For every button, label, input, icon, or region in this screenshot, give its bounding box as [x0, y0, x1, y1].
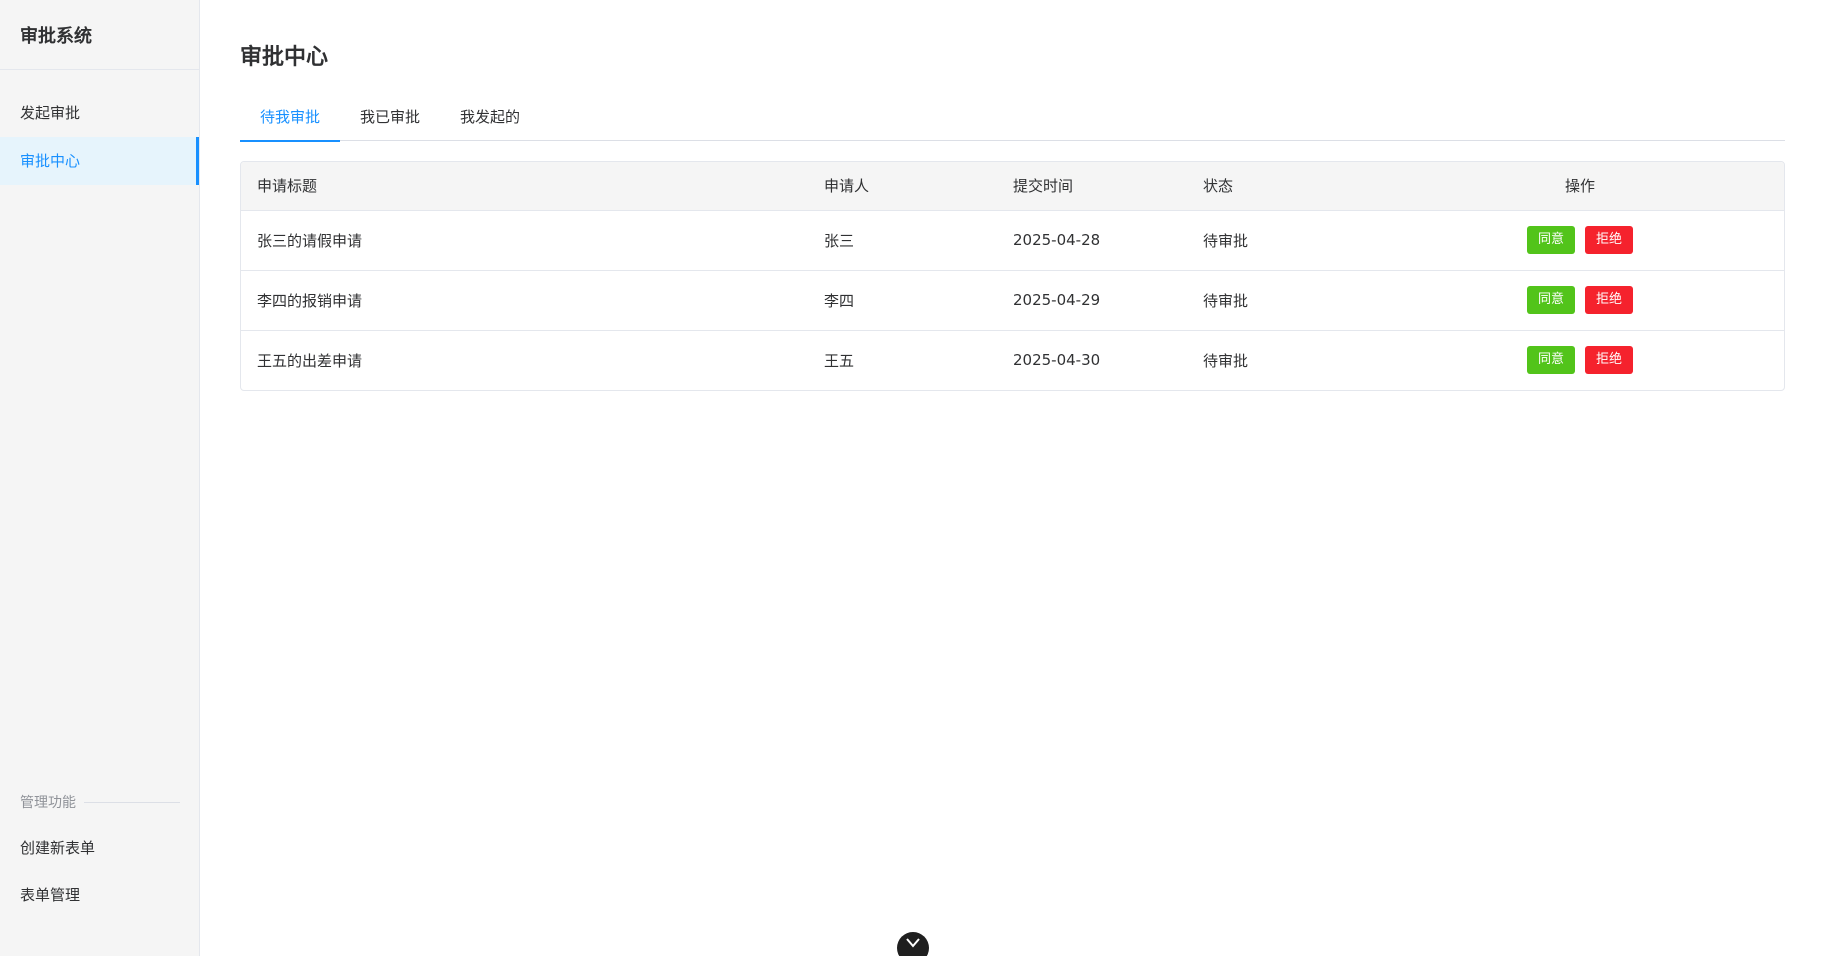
- sidebar-item-label: 发起审批: [20, 104, 81, 122]
- tab-bar: 待我审批 我已审批 我发起的: [240, 97, 1785, 142]
- table-row: 张三的请假申请 张三 2025-04-28 待审批 同意 拒绝: [241, 210, 1784, 270]
- cell-status: 待审批: [1203, 291, 1249, 310]
- sidebar-item-form-management[interactable]: 表单管理: [0, 872, 200, 919]
- tab-label: 待我审批: [260, 108, 321, 126]
- approve-button[interactable]: 同意: [1526, 226, 1575, 254]
- reject-button[interactable]: 拒绝: [1585, 286, 1634, 314]
- table-row: 王五的出差申请 王五 2025-04-30 待审批 同意 拒绝: [241, 330, 1784, 390]
- sidebar-item-approval-center[interactable]: 审批中心: [0, 137, 199, 185]
- cell-actions: 同意 拒绝: [1377, 210, 1784, 270]
- sidebar-item-create-form[interactable]: 创建新表单: [0, 825, 200, 872]
- main-content: 审批中心 待我审批 我已审批 我发起的 申请标题 申请人 提交时间 状态 操作 …: [200, 0, 1825, 956]
- column-header-status: 状态: [1187, 162, 1377, 211]
- column-header-actions: 操作: [1377, 162, 1784, 211]
- reject-button[interactable]: 拒绝: [1585, 346, 1634, 375]
- admin-section: 管理功能 创建新表单 表单管理: [0, 790, 200, 919]
- cell-title: 王五的出差申请: [257, 351, 363, 370]
- column-header-title: 申请标题: [241, 162, 808, 211]
- page-title: 审批中心: [240, 45, 329, 70]
- cell-applicant: 李四: [824, 291, 855, 310]
- table-body: 张三的请假申请 张三 2025-04-28 待审批 同意 拒绝 李四的报销申请 李…: [241, 210, 1784, 390]
- approve-button[interactable]: 同意: [1526, 286, 1575, 314]
- approval-table-grid: 申请标题 申请人 提交时间 状态 操作 张三的请假申请 张三 2025-04-2…: [241, 162, 1784, 390]
- floating-toggle-button[interactable]: [897, 932, 929, 956]
- admin-heading-row: 管理功能: [0, 790, 200, 814]
- table-header: 申请标题 申请人 提交时间 状态 操作: [241, 162, 1784, 211]
- sidebar-nav: 发起审批 审批中心: [0, 89, 199, 185]
- app-title: 审批系统: [20, 25, 92, 47]
- column-header-applicant: 申请人: [808, 162, 997, 211]
- cell-submit-time: 2025-04-29: [1013, 291, 1101, 309]
- approval-table: 申请标题 申请人 提交时间 状态 操作 张三的请假申请 张三 2025-04-2…: [240, 161, 1785, 391]
- column-header-submit-time: 提交时间: [997, 162, 1187, 211]
- reject-button[interactable]: 拒绝: [1585, 226, 1634, 254]
- tab-pending-my-approval[interactable]: 待我审批: [240, 97, 341, 142]
- cell-submit-time: 2025-04-28: [1013, 231, 1101, 249]
- cell-status: 待审批: [1203, 231, 1249, 250]
- table-row: 李四的报销申请 李四 2025-04-29 待审批 同意 拒绝: [241, 270, 1784, 330]
- admin-items: 创建新表单 表单管理: [0, 825, 200, 919]
- chevron-down-icon: [906, 938, 920, 948]
- table-header-row: 申请标题 申请人 提交时间 状态 操作: [241, 162, 1784, 211]
- tab-approved-by-me[interactable]: 我已审批: [340, 97, 440, 141]
- sidebar: 审批系统 发起审批 审批中心 管理功能 创建新表单 表单管理: [0, 0, 200, 956]
- sidebar-item-label: 审批中心: [20, 152, 81, 170]
- admin-heading: 管理功能: [20, 795, 76, 811]
- approve-button[interactable]: 同意: [1526, 346, 1575, 375]
- cell-status: 待审批: [1203, 351, 1249, 370]
- tab-label: 我发起的: [460, 108, 521, 126]
- cell-title: 张三的请假申请: [257, 231, 363, 250]
- sidebar-item-label: 表单管理: [20, 886, 81, 904]
- sidebar-header: 审批系统: [0, 0, 199, 70]
- cell-actions: 同意 拒绝: [1377, 330, 1784, 390]
- app-root: 审批系统 发起审批 审批中心 管理功能 创建新表单 表单管理 审批中心 待我审批…: [0, 0, 1825, 956]
- admin-divider: [84, 801, 180, 803]
- sidebar-item-label: 创建新表单: [20, 839, 96, 857]
- tab-initiated-by-me[interactable]: 我发起的: [440, 97, 540, 141]
- tab-label: 我已审批: [360, 108, 421, 126]
- cell-applicant: 王五: [824, 351, 855, 370]
- cell-actions: 同意 拒绝: [1377, 270, 1784, 330]
- cell-submit-time: 2025-04-30: [1013, 351, 1101, 370]
- cell-applicant: 张三: [824, 231, 855, 250]
- cell-title: 李四的报销申请: [257, 291, 363, 310]
- sidebar-item-start-approval[interactable]: 发起审批: [0, 89, 199, 137]
